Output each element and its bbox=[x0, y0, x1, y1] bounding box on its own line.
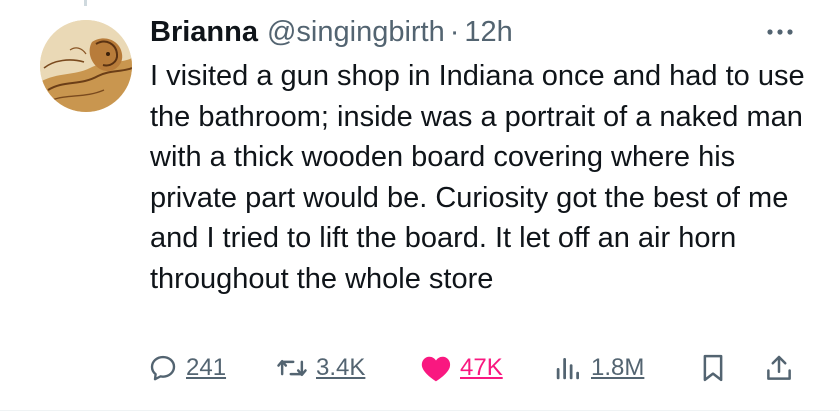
retweet-count: 3.4K bbox=[316, 354, 366, 381]
views-button[interactable]: 1.8M bbox=[553, 348, 644, 388]
views-bar-chart-icon bbox=[556, 358, 579, 380]
bookmark-icon bbox=[703, 354, 723, 382]
views-count: 1.8M bbox=[591, 354, 645, 381]
tweet-timestamp[interactable]: 12h bbox=[464, 16, 512, 49]
author-display-name[interactable]: Brianna bbox=[150, 16, 258, 49]
author-handle[interactable]: @singingbirth bbox=[267, 16, 445, 49]
tweet-actions-bar: 241 3.4K 47K 1.8M bbox=[148, 348, 808, 388]
author-avatar[interactable] bbox=[40, 20, 132, 112]
reply-button[interactable]: 241 bbox=[148, 348, 226, 388]
tweet-header: Brianna @singingbirth · 12h bbox=[150, 14, 513, 50]
thread-connector-line bbox=[84, 0, 87, 6]
tweet-text: I visited a gun shop in Indiana once and… bbox=[150, 60, 805, 295]
heart-filled-icon bbox=[421, 356, 451, 382]
header-separator: · bbox=[449, 15, 460, 48]
reply-count: 241 bbox=[186, 354, 227, 381]
reply-bubble-icon bbox=[150, 355, 176, 381]
like-button[interactable]: 47K bbox=[420, 348, 503, 388]
more-options-icon bbox=[767, 29, 793, 35]
like-count: 47K bbox=[460, 354, 503, 381]
sketch-portrait-avatar-icon bbox=[40, 20, 132, 112]
share-upload-icon bbox=[767, 355, 791, 380]
more-options-button[interactable] bbox=[765, 24, 795, 40]
retweet-icon bbox=[277, 360, 307, 376]
share-button[interactable] bbox=[764, 348, 794, 388]
tweet-divider bbox=[0, 410, 839, 411]
retweet-button[interactable]: 3.4K bbox=[276, 348, 365, 388]
bookmark-button[interactable] bbox=[699, 348, 727, 388]
